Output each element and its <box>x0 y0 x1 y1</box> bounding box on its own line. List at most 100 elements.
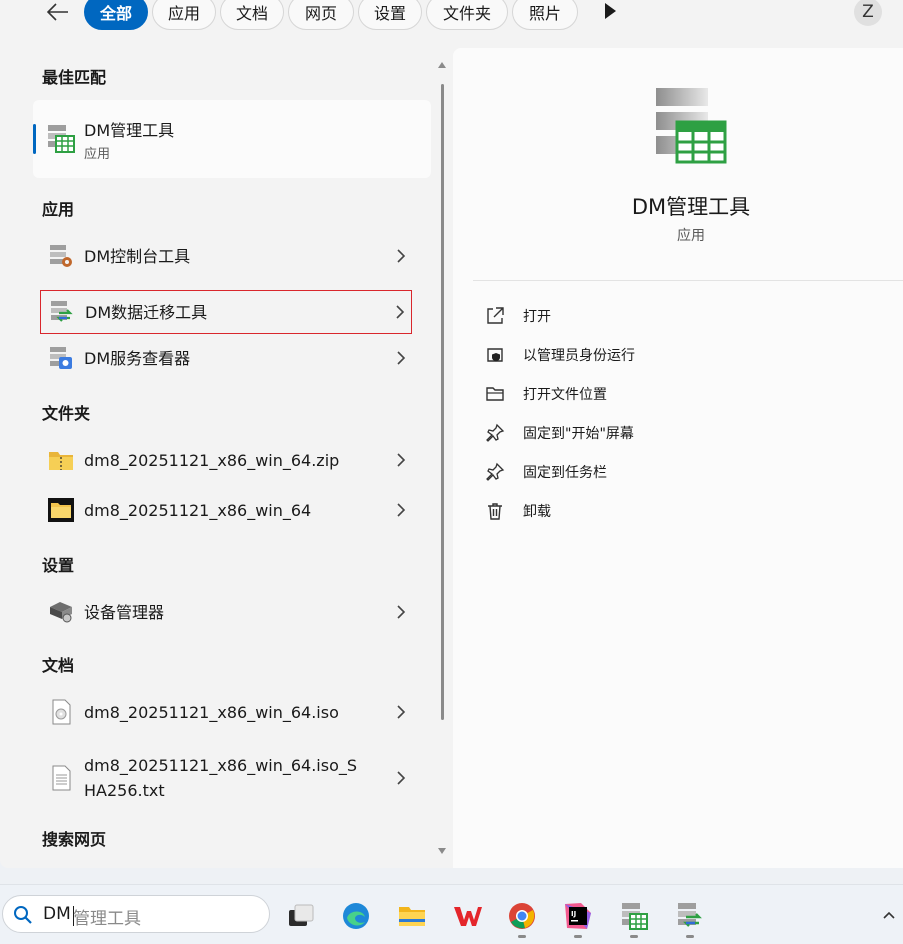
search-panel: 全部 应用 文档 网页 设置 文件夹 照片 Z 最佳匹配 DM管理工具 应用 应… <box>0 0 903 868</box>
back-button[interactable] <box>44 0 72 26</box>
action-open-file-location[interactable]: 打开文件位置 <box>485 382 607 406</box>
result-folder[interactable]: dm8_20251121_x86_win_64 <box>40 488 412 532</box>
detail-kind: 应用 <box>677 228 705 244</box>
chevron-right-icon[interactable] <box>395 305 405 319</box>
result-label: DM服务查看器 <box>84 348 191 368</box>
dm-migration-icon <box>51 301 73 322</box>
section-settings: 设置 <box>42 556 75 575</box>
chevron-right-icon[interactable] <box>396 453 406 467</box>
dm-manager-taskbar-icon[interactable] <box>619 901 649 931</box>
chevron-right-icon[interactable] <box>396 605 406 619</box>
result-dm-console[interactable]: DM控制台工具 <box>40 234 412 278</box>
scroll-up-icon[interactable] <box>437 60 447 70</box>
action-label: 打开 <box>523 309 551 325</box>
running-indicator <box>630 935 638 938</box>
admin-shield-icon <box>487 348 503 362</box>
wps-office-icon[interactable] <box>452 901 482 931</box>
tab-all[interactable]: 全部 <box>84 0 148 30</box>
action-uninstall[interactable]: 卸载 <box>485 499 551 523</box>
best-match-item[interactable]: DM管理工具 应用 <box>33 100 431 178</box>
section-documents: 文档 <box>42 656 75 675</box>
section-folders: 文件夹 <box>42 404 91 423</box>
result-label: dm8_20251121_x86_win_64 <box>84 500 312 520</box>
folder-icon <box>48 498 74 522</box>
action-label: 以管理员身份运行 <box>523 348 635 364</box>
search-typed-text: DM <box>43 904 71 924</box>
dm-service-icon <box>50 347 72 369</box>
section-web-search: 搜索网页 <box>42 830 107 849</box>
pin-icon <box>486 462 505 481</box>
section-best-match: 最佳匹配 <box>42 68 107 87</box>
chevron-right-icon[interactable] <box>396 705 406 719</box>
dm-console-icon <box>50 245 72 267</box>
result-label: dm8_20251121_x86_win_64.iso <box>84 702 339 722</box>
action-run-as-admin[interactable]: 以管理员身份运行 <box>485 343 635 367</box>
result-zip-folder[interactable]: dm8_20251121_x86_win_64.zip <box>40 438 412 482</box>
intellij-idea-icon[interactable]: IJ <box>563 901 593 931</box>
back-arrow-icon <box>47 3 68 21</box>
chevron-right-icon[interactable] <box>396 351 406 365</box>
result-device-manager[interactable]: 设备管理器 <box>40 590 412 634</box>
chrome-browser-icon[interactable] <box>507 901 537 931</box>
selection-indicator <box>33 124 36 154</box>
filter-bar: 全部 应用 文档 网页 设置 文件夹 照片 Z <box>0 0 903 30</box>
edge-browser-icon[interactable] <box>341 901 371 931</box>
scroll-down-icon[interactable] <box>437 846 447 856</box>
tab-folders[interactable]: 文件夹 <box>426 0 508 30</box>
result-label: DM控制台工具 <box>84 246 191 266</box>
dm-manager-icon <box>48 125 75 153</box>
tab-apps[interactable]: 应用 <box>152 0 216 30</box>
action-open[interactable]: 打开 <box>485 304 551 328</box>
scrollbar-thumb[interactable] <box>441 84 444 720</box>
dm-migration-taskbar-icon[interactable] <box>675 901 705 931</box>
more-filters-icon[interactable] <box>602 2 618 20</box>
result-dm-migration[interactable]: DM数据迁移工具 <box>40 290 412 334</box>
action-label: 卸载 <box>523 504 551 520</box>
text-file-icon <box>52 765 71 791</box>
search-suggestion-text: 管理工具 <box>73 909 141 929</box>
chevron-right-icon[interactable] <box>396 249 406 263</box>
tab-settings[interactable]: 设置 <box>358 0 422 30</box>
result-label: dm8_20251121_x86_win_64.iso_S HA256.txt <box>84 756 358 800</box>
action-label: 固定到任务栏 <box>523 465 607 481</box>
action-label: 打开文件位置 <box>523 387 607 403</box>
detail-title: DM管理工具 <box>631 195 751 219</box>
tab-photos[interactable]: 照片 <box>512 0 578 30</box>
taskbar: DM 管理工具 IJ <box>0 884 903 944</box>
taskbar-search-box[interactable]: DM 管理工具 <box>2 895 270 933</box>
search-icon <box>14 906 32 924</box>
tab-documents[interactable]: 文档 <box>220 0 284 30</box>
chevron-right-icon[interactable] <box>396 771 406 785</box>
running-indicator <box>686 935 694 938</box>
detail-pane: DM管理工具 应用 打开 以管理员身份运行 打开文件位置 固定到"开始"屏幕 固… <box>453 48 903 868</box>
chevron-right-icon[interactable] <box>396 503 406 517</box>
file-explorer-icon[interactable] <box>397 901 427 931</box>
result-label: DM数据迁移工具 <box>85 302 208 322</box>
divider <box>473 280 903 281</box>
chevron-up-icon[interactable] <box>881 907 897 923</box>
idea-logo-letters: IJ <box>571 910 576 918</box>
disc-image-icon <box>52 699 71 725</box>
result-iso-file[interactable]: dm8_20251121_x86_win_64.iso <box>40 690 412 734</box>
dm-manager-large-icon <box>656 88 727 164</box>
action-pin-to-start[interactable]: 固定到"开始"屏幕 <box>485 421 634 445</box>
zip-folder-icon <box>49 452 73 470</box>
action-pin-to-taskbar[interactable]: 固定到任务栏 <box>485 460 607 484</box>
result-label: 设备管理器 <box>84 602 165 622</box>
trash-icon <box>488 503 502 520</box>
user-avatar[interactable]: Z <box>854 0 882 26</box>
running-indicator <box>518 935 526 938</box>
result-dm-service[interactable]: DM服务查看器 <box>40 336 412 380</box>
result-label: dm8_20251121_x86_win_64.zip <box>84 450 340 470</box>
tab-web[interactable]: 网页 <box>288 0 354 30</box>
action-label: 固定到"开始"屏幕 <box>523 426 634 442</box>
section-apps: 应用 <box>42 200 75 219</box>
best-match-title: DM管理工具 <box>84 121 175 140</box>
device-manager-icon <box>50 602 72 623</box>
pin-icon <box>486 423 505 442</box>
task-view-icon[interactable] <box>286 901 316 931</box>
running-indicator <box>574 935 582 938</box>
result-txt-file[interactable]: dm8_20251121_x86_win_64.iso_S HA256.txt <box>40 750 412 806</box>
folder-open-icon <box>486 387 504 401</box>
results-list: 最佳匹配 DM管理工具 应用 应用 DM控制台工具 DM数据迁移工具 DM服务查… <box>0 48 452 868</box>
